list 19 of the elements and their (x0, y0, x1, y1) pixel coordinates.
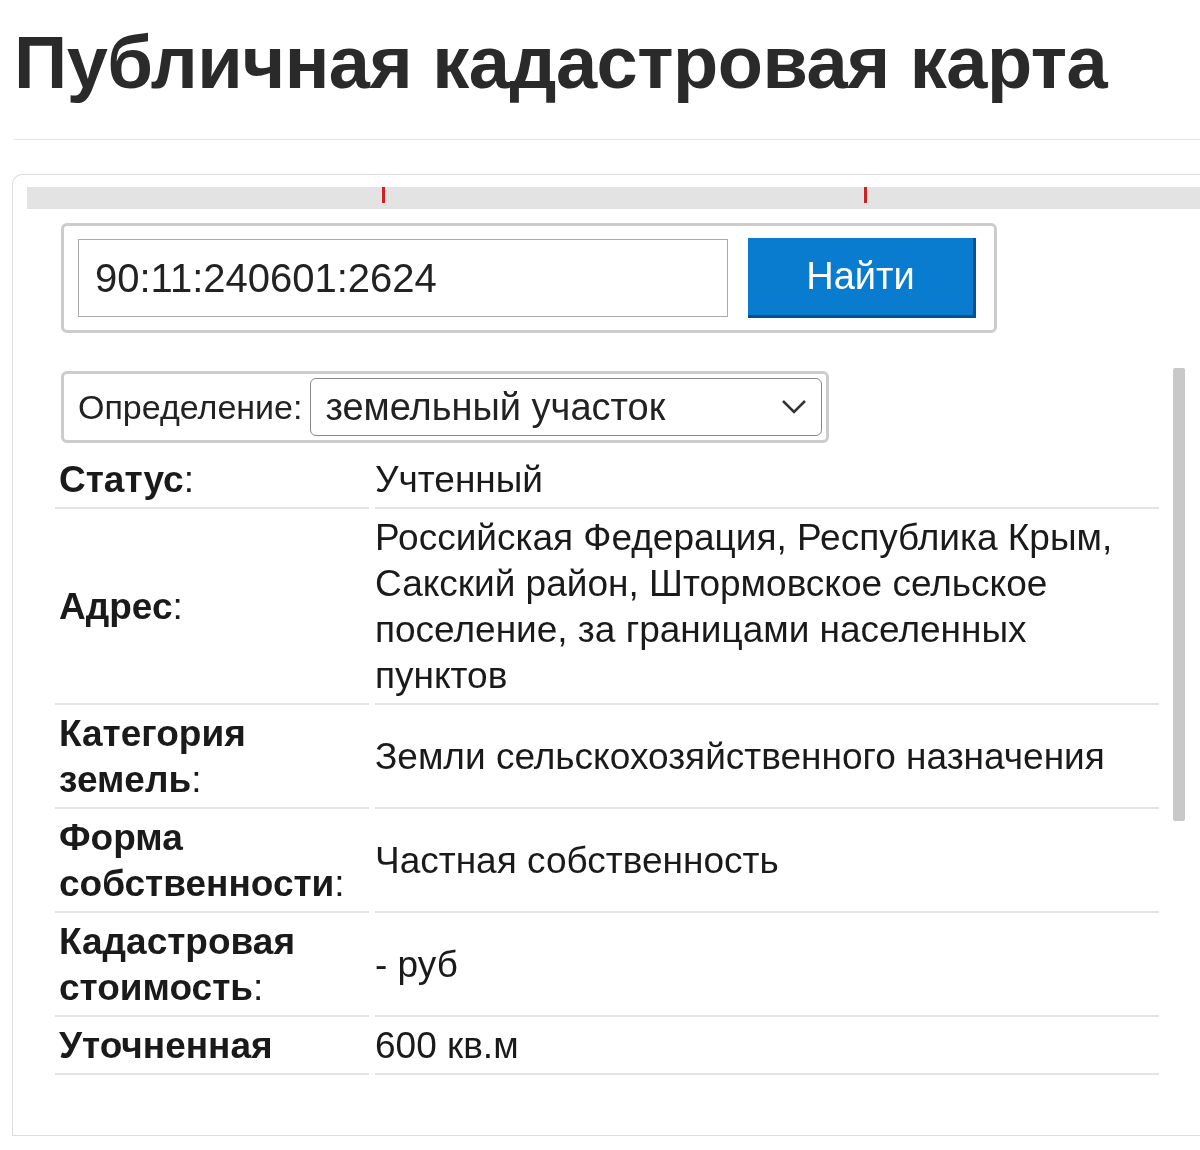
field-label: Статус: (55, 453, 369, 510)
field-label: Форма собственности: (55, 811, 369, 914)
page-title: Публичная кадастровая карта (14, 22, 1108, 104)
field-value: Частная собственность (375, 811, 1159, 914)
chevron-icon (781, 399, 808, 416)
field-label: Уточненная (55, 1019, 369, 1076)
field-label: Адрес: (55, 511, 369, 706)
field-value: - руб (375, 915, 1159, 1018)
field-value: Российская Федерация, Республика Крым, Сакский район, Штормовское сельское поселение, за границами населенных пунктов (375, 511, 1159, 706)
field-value: Учтенный (375, 453, 1159, 510)
definition-label: Определение: (78, 387, 303, 427)
search-field[interactable]: 90:11:240601:2624 (78, 239, 728, 318)
field-value: 600 кв.м (375, 1019, 1159, 1076)
scrollbar[interactable] (1173, 368, 1185, 822)
type-dropdown[interactable]: земельный участок (310, 378, 823, 437)
field-label: Категория земель: (55, 707, 369, 810)
search-button[interactable]: Найти (748, 238, 976, 319)
field-label: Кадастровая стоимость: (55, 915, 369, 1018)
field-value: Земли сельскохозяйственного назначения (375, 707, 1159, 810)
